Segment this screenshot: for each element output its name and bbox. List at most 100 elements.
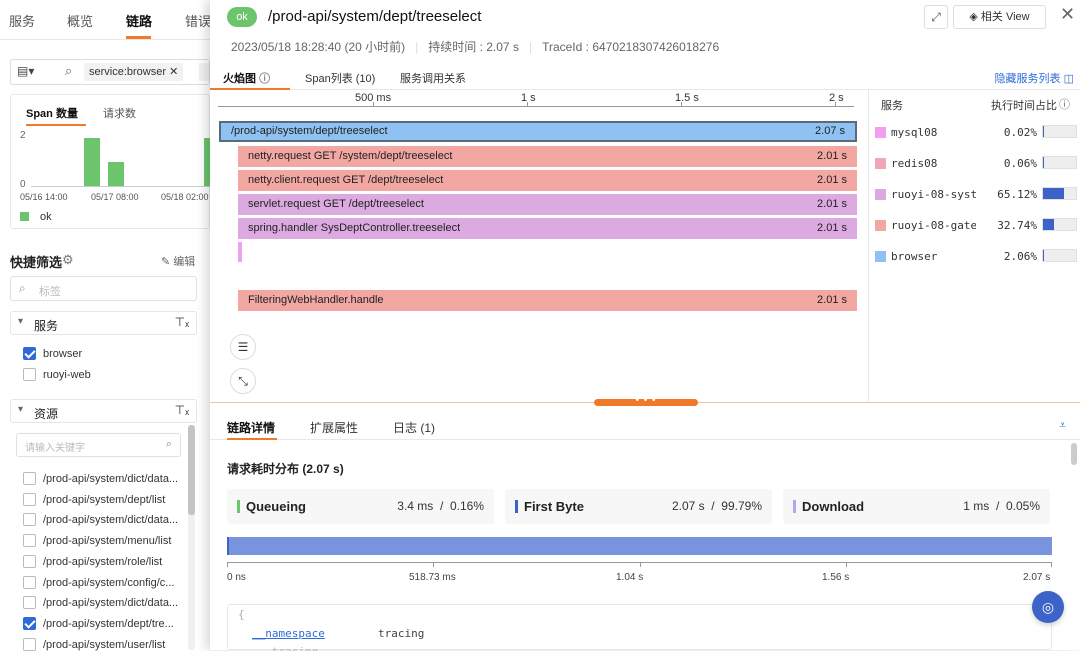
list-view-button[interactable]: ☰	[230, 334, 256, 360]
tab-trace-details[interactable]: 链路详情	[227, 419, 275, 436]
info-icon[interactable]: ⓘ	[1059, 96, 1070, 112]
span-name: netty.request GET /system/dept/treeselec…	[248, 150, 453, 162]
service-share-fill	[1043, 157, 1044, 168]
query-mode-icon[interactable]: ▤▾	[17, 64, 34, 78]
resource-checkbox[interactable]	[23, 513, 36, 527]
collapse-icon[interactable]: ⩡	[1059, 418, 1066, 433]
span-duration: 2.07 s	[815, 125, 845, 137]
span-bar[interactable]: servlet.request GET /dept/treeselect 2.01…	[238, 194, 857, 215]
fullscreen-button[interactable]: ⤢	[924, 5, 948, 29]
span-name: spring.handler SysDeptController.treesel…	[248, 222, 461, 234]
span-bar-thin[interactable]	[238, 242, 242, 262]
tab-logs[interactable]: 日志 (1)	[393, 419, 435, 436]
related-view-label: 相关 View	[980, 11, 1030, 23]
service-share-pct: 65.12%	[997, 188, 1037, 201]
timing-tick-label: 2.07 s	[1023, 572, 1051, 583]
service-share-fill	[1043, 126, 1044, 137]
attributes-json: { __namespace tracing ...tracing...	[227, 604, 1052, 651]
clear-filter-icon[interactable]: ⊤ₓ	[175, 315, 189, 329]
service-name: redis08	[891, 157, 938, 170]
nav-tab-errors[interactable]: 错误	[185, 11, 211, 30]
service-checkbox-label: ruoyi-web	[43, 369, 91, 381]
timing-tick	[1051, 562, 1052, 567]
service-row[interactable]: redis08 0.06%	[869, 150, 1080, 180]
scrollbar-thumb[interactable]	[188, 425, 195, 515]
resource-filter-group[interactable]: ▾ 资源 ⊤ₓ	[10, 399, 197, 423]
resource-checkbox[interactable]	[23, 637, 36, 651]
chart-tab-span-count[interactable]: Span 数量	[26, 105, 78, 121]
span-bar[interactable]: spring.handler SysDeptController.treesel…	[238, 218, 857, 239]
resource-checkbox[interactable]	[23, 492, 36, 506]
service-share-fill	[1043, 188, 1064, 199]
service-row[interactable]: ruoyi-08-gate… 32.74%	[869, 212, 1080, 242]
axis-label: 2 s	[829, 92, 844, 104]
clear-filter-icon[interactable]: ⊤ₓ	[175, 403, 189, 417]
timing-metric-card: First Byte 2.07 s / 99.79%	[505, 489, 772, 524]
resource-keyword-input[interactable]: 请输入关键字 ⌕	[16, 433, 181, 457]
pencil-icon: ✎	[161, 256, 171, 268]
span-bar[interactable]: /prod-api/system/dept/treeselect 2.07 s	[219, 121, 857, 142]
layers-icon: ◈	[969, 11, 978, 23]
filter-chip[interactable]: service:browser ✕	[84, 63, 184, 81]
timing-tick	[227, 562, 228, 567]
resource-checkbox-label: /prod-api/system/dict/data...	[43, 597, 179, 610]
resource-checkbox[interactable]	[23, 534, 36, 548]
screenshot-capture-button[interactable]: ◎	[1032, 591, 1064, 623]
resource-checkbox[interactable]	[23, 472, 36, 485]
chart-tab-requests[interactable]: 请求数	[103, 105, 136, 121]
collapse-button[interactable]: ⤡	[230, 368, 256, 394]
service-share-fill	[1043, 250, 1044, 261]
tab-extended-attributes[interactable]: 扩展属性	[310, 419, 358, 436]
nav-tab-traces[interactable]: 链路	[126, 11, 152, 30]
resource-checkbox[interactable]	[23, 554, 36, 568]
service-color-swatch	[875, 220, 886, 231]
tab-service-map[interactable]: 服务调用关系	[400, 70, 466, 86]
edit-button[interactable]: ✎ 编辑	[161, 253, 195, 269]
metric-name: Download	[802, 499, 865, 514]
service-color-swatch	[875, 158, 886, 169]
nav-tab-overview[interactable]: 概览	[67, 11, 93, 30]
nav-tab-services[interactable]: 服务	[9, 11, 35, 30]
resource-checkbox-label: /prod-api/system/config/c...	[43, 576, 175, 589]
resize-handle[interactable]: • • •	[594, 396, 698, 406]
gear-icon[interactable]: ⚙	[62, 252, 74, 268]
metric-name: Queueing	[246, 499, 306, 514]
service-share-bar	[1042, 218, 1077, 231]
help-icon: ⓘ	[259, 73, 271, 85]
resource-checkbox[interactable]	[23, 575, 36, 589]
tag-search-input[interactable]: ⌕ 标签	[10, 276, 197, 301]
service-checkbox[interactable]	[23, 347, 36, 360]
span-count-chart: Span 数量 请求数 2 0 05/16 14:00 05/17 08:00 …	[10, 94, 220, 229]
service-row[interactable]: browser 2.06%	[869, 243, 1080, 273]
service-name: ruoyi-08-gate…	[891, 219, 976, 232]
status-badge: ok	[227, 7, 257, 27]
service-checkbox-label: browser	[43, 348, 83, 360]
service-share-bar	[1042, 125, 1077, 138]
axis-label: 1 s	[521, 92, 536, 104]
related-view-button[interactable]: ◈ 相关 View	[953, 5, 1046, 29]
tab-span-list[interactable]: Span列表 (10)	[305, 70, 375, 86]
close-icon[interactable]: ✕	[1060, 4, 1075, 25]
resource-checkbox[interactable]	[23, 596, 36, 610]
tab-flamegraph[interactable]: 火焰图 ⓘ	[223, 70, 270, 86]
flame-graph: 500 ms 1 s 1.5 s 2 s /prod-api/system/dept/…	[210, 90, 868, 402]
filter-chip-partial[interactable]	[199, 63, 209, 81]
span-bar[interactable]: netty.request GET /system/dept/treeselec…	[238, 146, 857, 167]
timing-tick-label: 1.04 s	[616, 572, 644, 583]
close-icon[interactable]: ✕	[169, 66, 178, 78]
x-tick: 05/16 14:00	[20, 192, 68, 202]
service-filter-group[interactable]: ▾ 服务 ⊤ₓ	[10, 311, 197, 335]
service-row[interactable]: mysql08 0.02%	[869, 119, 1080, 149]
search-icon: ⌕	[19, 281, 26, 295]
span-bar[interactable]: FilteringWebHandler.handle 2.01 s	[238, 290, 857, 311]
resource-checkbox[interactable]	[23, 616, 36, 630]
span-bar[interactable]: netty.client.request GET /dept/treeselec…	[238, 170, 857, 191]
json-key[interactable]: __namespace	[252, 627, 325, 640]
service-share-bar	[1042, 249, 1077, 262]
scrollbar-thumb[interactable]	[1071, 443, 1077, 465]
hide-service-list-link[interactable]: 隐藏服务列表 ◫	[995, 70, 1074, 86]
metric-value: 3.4 ms / 0.16%	[397, 499, 484, 513]
service-checkbox[interactable]	[23, 368, 36, 381]
chart-tab-indicator	[26, 124, 86, 126]
service-row[interactable]: ruoyi-08-syst… 65.12%	[869, 181, 1080, 211]
